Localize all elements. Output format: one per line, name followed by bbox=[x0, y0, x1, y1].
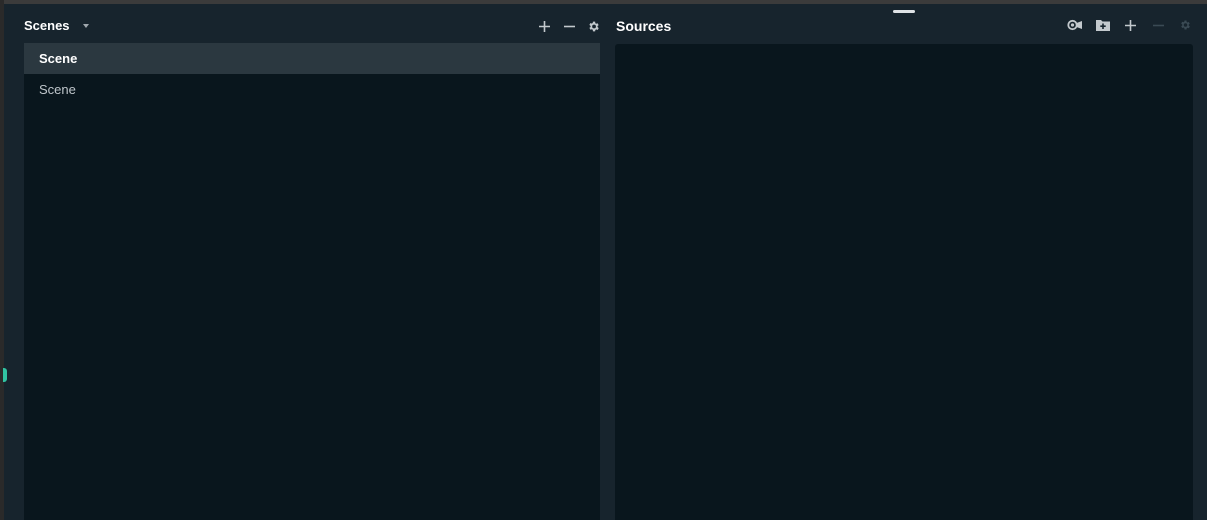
selective-recording-icon[interactable] bbox=[1066, 14, 1084, 36]
minus-icon[interactable] bbox=[1149, 14, 1167, 36]
gear-icon[interactable] bbox=[584, 14, 602, 38]
minus-icon[interactable] bbox=[560, 14, 578, 38]
gear-icon[interactable] bbox=[1176, 14, 1194, 36]
plus-icon[interactable] bbox=[535, 14, 553, 38]
sidebar-collapse-handle[interactable] bbox=[3, 368, 7, 382]
sources-list[interactable] bbox=[615, 44, 1193, 520]
add-folder-icon[interactable] bbox=[1094, 14, 1112, 36]
scene-item[interactable]: Scene bbox=[24, 74, 600, 105]
scene-item-label: Scene bbox=[39, 82, 76, 97]
plus-icon[interactable] bbox=[1121, 14, 1139, 36]
panel-resize-handle[interactable] bbox=[893, 10, 915, 13]
scene-item-label: Scene bbox=[39, 51, 78, 66]
scenes-title[interactable]: Scenes bbox=[24, 18, 70, 33]
scene-item-active[interactable]: Scene bbox=[24, 43, 600, 74]
scenes-list: Scene Scene bbox=[24, 43, 600, 520]
scenes-header: Scenes bbox=[24, 14, 602, 38]
sources-title: Sources bbox=[616, 18, 672, 34]
chevron-down-icon[interactable] bbox=[83, 24, 89, 28]
